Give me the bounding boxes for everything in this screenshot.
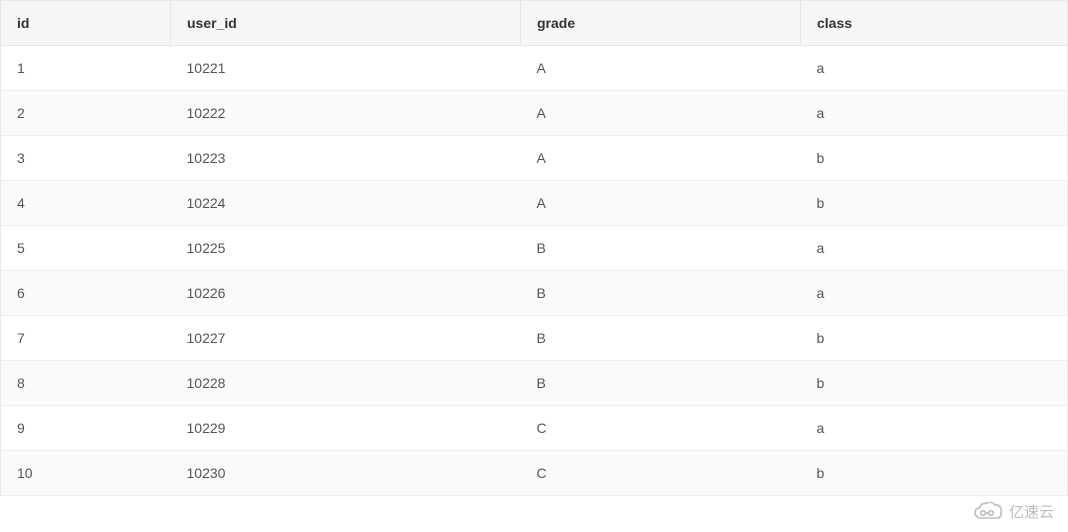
cell-class: a — [801, 226, 1068, 271]
cell-grade: A — [521, 136, 801, 181]
cell-user-id: 10230 — [171, 451, 521, 496]
cell-id: 3 — [1, 136, 171, 181]
cell-id: 4 — [1, 181, 171, 226]
cell-id: 9 — [1, 406, 171, 451]
cell-grade: C — [521, 406, 801, 451]
cell-id: 1 — [1, 46, 171, 91]
data-table: id user_id grade class 1 10221 A a 2 102… — [0, 0, 1068, 496]
cell-id: 5 — [1, 226, 171, 271]
table-row: 7 10227 B b — [1, 316, 1068, 361]
cell-user-id: 10225 — [171, 226, 521, 271]
cell-class: b — [801, 181, 1068, 226]
cell-id: 8 — [1, 361, 171, 406]
cell-user-id: 10223 — [171, 136, 521, 181]
cell-user-id: 10221 — [171, 46, 521, 91]
table-row: 9 10229 C a — [1, 406, 1068, 451]
cell-user-id: 10222 — [171, 91, 521, 136]
cell-grade: B — [521, 316, 801, 361]
cell-grade: A — [521, 91, 801, 136]
cell-class: a — [801, 46, 1068, 91]
cell-id: 7 — [1, 316, 171, 361]
table-row: 4 10224 A b — [1, 181, 1068, 226]
cell-user-id: 10226 — [171, 271, 521, 316]
cell-user-id: 10224 — [171, 181, 521, 226]
cell-grade: B — [521, 361, 801, 406]
column-header-grade: grade — [521, 1, 801, 46]
cell-grade: A — [521, 46, 801, 91]
table-body: 1 10221 A a 2 10222 A a 3 10223 A b 4 10… — [1, 46, 1068, 496]
table-header-row: id user_id grade class — [1, 1, 1068, 46]
column-header-user-id: user_id — [171, 1, 521, 46]
watermark-text: 亿速云 — [1009, 501, 1054, 522]
cell-user-id: 10227 — [171, 316, 521, 361]
cell-class: b — [801, 136, 1068, 181]
cell-class: a — [801, 406, 1068, 451]
table-row: 1 10221 A a — [1, 46, 1068, 91]
cell-id: 2 — [1, 91, 171, 136]
cell-user-id: 10228 — [171, 361, 521, 406]
cell-id: 6 — [1, 271, 171, 316]
cell-grade: B — [521, 271, 801, 316]
table-row: 10 10230 C b — [1, 451, 1068, 496]
cell-id: 10 — [1, 451, 171, 496]
table-row: 5 10225 B a — [1, 226, 1068, 271]
table-row: 8 10228 B b — [1, 361, 1068, 406]
table-row: 3 10223 A b — [1, 136, 1068, 181]
cell-user-id: 10229 — [171, 406, 521, 451]
cell-grade: A — [521, 181, 801, 226]
cell-grade: B — [521, 226, 801, 271]
cell-class: b — [801, 361, 1068, 406]
table-row: 2 10222 A a — [1, 91, 1068, 136]
cell-class: a — [801, 91, 1068, 136]
cell-class: b — [801, 451, 1068, 496]
cell-grade: C — [521, 451, 801, 496]
cloud-icon — [973, 502, 1003, 522]
column-header-id: id — [1, 1, 171, 46]
watermark: 亿速云 — [973, 501, 1054, 522]
cell-class: b — [801, 316, 1068, 361]
cell-class: a — [801, 271, 1068, 316]
column-header-class: class — [801, 1, 1068, 46]
table-row: 6 10226 B a — [1, 271, 1068, 316]
table-header: id user_id grade class — [1, 1, 1068, 46]
